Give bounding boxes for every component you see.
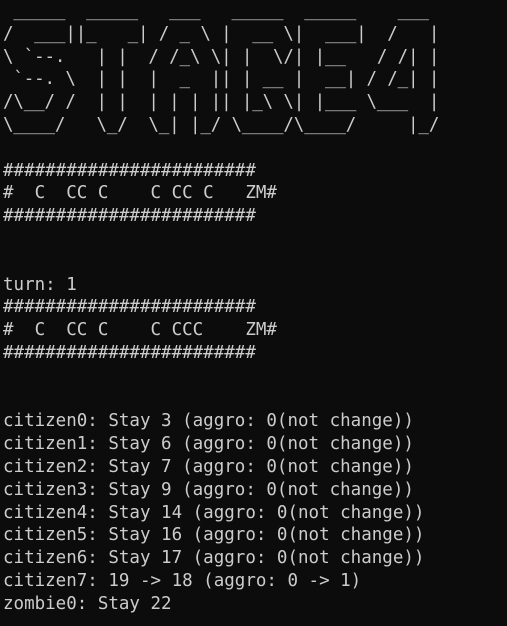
action-log: citizen0: Stay 3 (aggro: 0(not change)) …	[3, 410, 507, 615]
log-entry-citizen3: citizen3: Stay 9 (aggro: 0(not change))	[3, 479, 414, 500]
board-border-top: ########################	[3, 297, 256, 318]
log-entry-zombie0: zombie0: Stay 22	[3, 593, 172, 614]
board-border-bottom: ########################	[3, 206, 256, 227]
banner-line: \____/ \_/ \_| |_/ \____/\____/ |_/	[3, 114, 440, 135]
board-border-bottom: ########################	[3, 342, 256, 363]
banner-line: `--. \ | | | _ || | __ | __| / /_| |	[3, 69, 440, 90]
board-border-top: ########################	[3, 160, 256, 181]
banner-line: _____ _____ ___ _____ _____ ___	[3, 1, 440, 21]
banner-line: /\__/ / | | | | | || |_\ \| |___ \___ |	[3, 92, 440, 113]
log-entry-citizen1: citizen1: Stay 6 (aggro: 0(not change))	[3, 434, 414, 455]
board-row: # C CC C C CC C ZM#	[3, 183, 277, 204]
banner-line: / ___||_ _| / _ \ | __ \| ___| / |	[3, 23, 440, 44]
log-entry-citizen4: citizen4: Stay 14 (aggro: 0(not change))	[3, 502, 425, 523]
log-entry-citizen0: citizen0: Stay 3 (aggro: 0(not change))	[3, 411, 414, 432]
log-entry-citizen2: citizen2: Stay 7 (aggro: 0(not change))	[3, 456, 414, 477]
terminal-output: _____ _____ ___ _____ _____ ___ / ___||_…	[3, 0, 507, 626]
board-row: # C CC C C CCC ZM#	[3, 320, 277, 341]
board-initial: ######################## # C CC C C CC C…	[3, 160, 507, 228]
turn-label: turn: 1	[3, 274, 77, 295]
banner-line: \ `--. | | / /_\ \| | \/| |__ / /| |	[3, 46, 440, 67]
log-entry-citizen5: citizen5: Stay 16 (aggro: 0(not change))	[3, 525, 425, 546]
log-entry-citizen6: citizen6: Stay 17 (aggro: 0(not change))	[3, 548, 425, 569]
board-after-turn: ######################## # C CC C C CCC …	[3, 296, 507, 364]
log-entry-citizen7: citizen7: 19 -> 18 (aggro: 0 -> 1)	[3, 570, 362, 591]
stage-banner: _____ _____ ___ _____ _____ ___ / ___||_…	[3, 0, 507, 137]
